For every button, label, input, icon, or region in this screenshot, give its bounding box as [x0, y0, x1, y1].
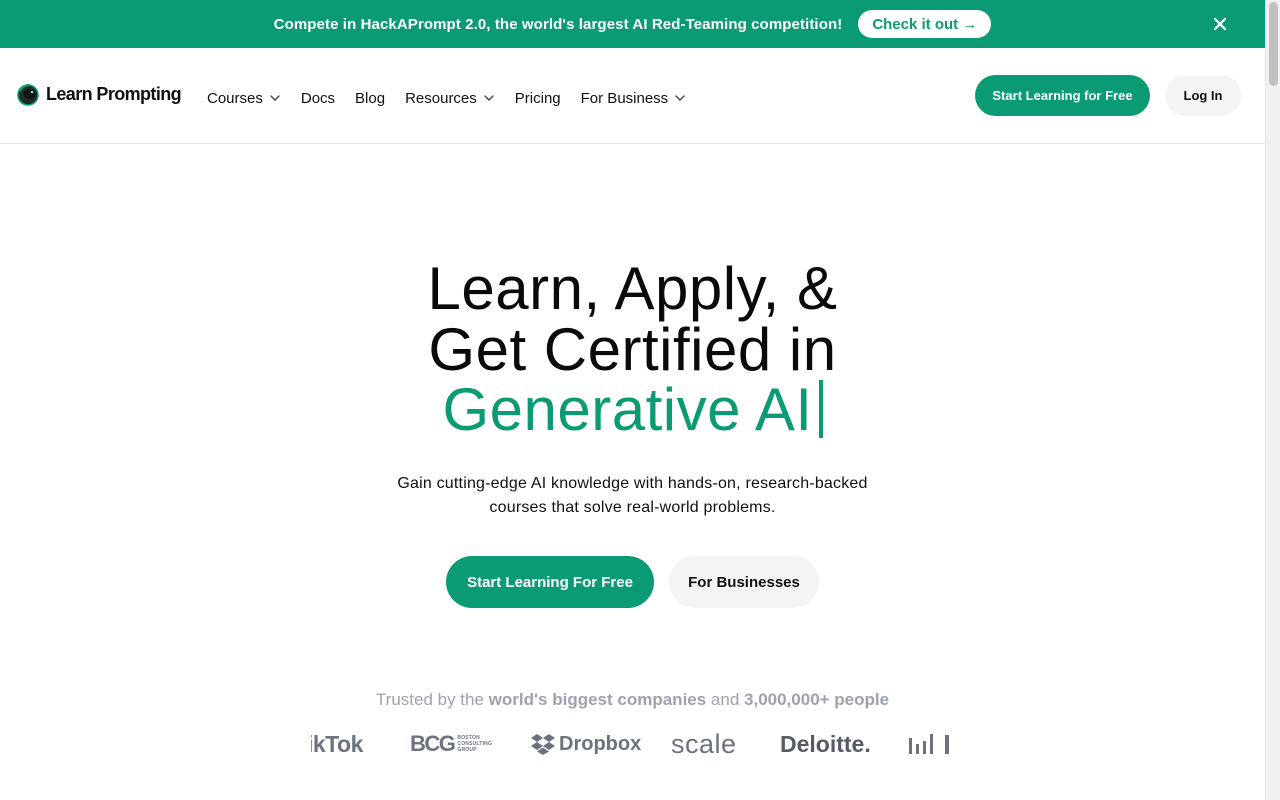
bcg-wordmark: BCG [410, 731, 456, 756]
nav-item-label: Pricing [514, 89, 561, 107]
banner-cta-button[interactable]: Check it out → [858, 10, 992, 38]
trusted-highlight-people: 3,000,000+ people [744, 690, 890, 709]
nav-item-label: Blog [355, 89, 386, 107]
main-nav: Courses Docs Blog Resources Pricing For … [207, 86, 706, 110]
chevron-down-icon [270, 95, 280, 101]
bar-chart-icon [909, 734, 949, 754]
logo-text: Learn Prompting [46, 83, 182, 104]
bcg-subtext: BOSTON CONSULTING GROUP [457, 735, 492, 753]
nav-item-label: Courses [207, 89, 263, 107]
bcg-subtext-line-3: GROUP [457, 747, 477, 753]
site-header: Learn Prompting Courses Docs Blog Resour… [0, 48, 1265, 144]
deloitte-logo: Deloitte. [780, 722, 871, 766]
page-scrollbar[interactable] [1265, 0, 1280, 800]
dropbox-icon [531, 734, 555, 755]
nav-item-blog[interactable]: Blog [355, 86, 385, 110]
hero-title-line-2: Get Certified in [428, 316, 837, 383]
trusted-highlight-companies: world's biggest companies [488, 690, 707, 709]
hero-subtitle-line-1: Gain cutting-edge AI knowledge with hand… [397, 475, 868, 492]
dropbox-logo: Dropbox [531, 722, 641, 766]
dropbox-wordmark: Dropbox [559, 732, 642, 755]
nav-item-label: Docs [300, 89, 336, 107]
nav-item-pricing[interactable]: Pricing [515, 86, 561, 110]
chevron-down-icon [675, 95, 685, 101]
scale-wordmark: scale [671, 728, 737, 759]
brand-logos-carousel: ikTok BCG BOSTON CONSULTING GROUP Dropbo… [311, 722, 954, 766]
chevron-down-icon [484, 95, 494, 101]
close-icon[interactable] [1209, 13, 1231, 35]
nav-item-label: For Business [580, 89, 669, 107]
typing-cursor [818, 380, 823, 438]
nav-item-docs[interactable]: Docs [301, 86, 335, 110]
hero-title-line-1: Learn, Apply, & [427, 255, 838, 322]
scale-logo: scale [671, 722, 737, 766]
banner-text: Compete in HackAPrompt 2.0, the world's … [273, 15, 843, 33]
tiktok-logo: ikTok [311, 722, 363, 766]
partial-bar-chart-logo [909, 722, 954, 766]
announcement-banner: Compete in HackAPrompt 2.0, the world's … [0, 0, 1265, 48]
nav-item-courses[interactable]: Courses [207, 86, 281, 110]
start-learning-hero-button[interactable]: Start Learning For Free [446, 556, 654, 608]
bcg-logo: BCG BOSTON CONSULTING GROUP [410, 722, 492, 766]
trusted-prefix: Trusted by the [375, 690, 489, 709]
hero-subtitle-line-2: courses that solve real-world problems. [489, 499, 776, 516]
trusted-middle: and [706, 690, 745, 709]
start-learning-header-button[interactable]: Start Learning for Free [975, 75, 1150, 116]
trusted-by-text: Trusted by the world's biggest companies… [0, 690, 1265, 710]
scrollbar-thumb[interactable] [1269, 2, 1278, 86]
login-button[interactable]: Log In [1165, 75, 1241, 116]
hero-title-highlight: Generative AI [442, 376, 813, 443]
nav-item-for-business[interactable]: For Business [581, 86, 687, 110]
hero-title-line-3: Generative AI [0, 380, 1265, 440]
deloitte-wordmark: Deloitte. [780, 730, 871, 757]
tiktok-wordmark: ikTok [311, 730, 363, 757]
nav-item-label: Resources [405, 89, 477, 107]
logo[interactable]: Learn Prompting [16, 82, 182, 106]
nav-item-resources[interactable]: Resources [405, 86, 495, 110]
for-businesses-button[interactable]: For Businesses [669, 556, 819, 608]
astronaut-helmet-icon [16, 82, 40, 106]
